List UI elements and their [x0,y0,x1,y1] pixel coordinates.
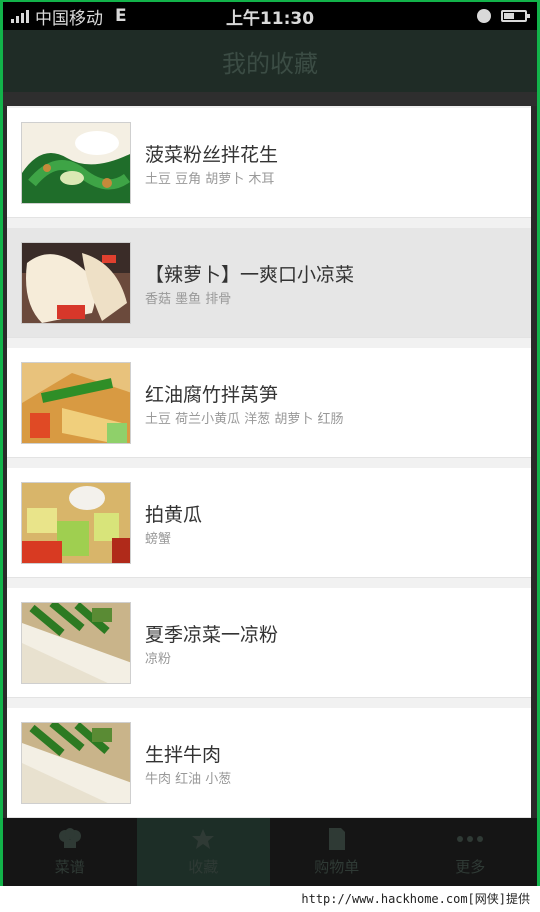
recipe-title: 拍黄瓜 [145,504,203,526]
nav-bar: 我的收藏 [3,30,537,92]
recipe-title: 夏季凉菜一凉粉 [145,624,279,646]
recipe-ingredients: 螃蟹 [145,532,172,547]
status-bar: 中国移动 E 上午11:30 [3,2,537,30]
chef-hat-icon [57,827,83,850]
recipe-title: 菠菜粉丝拌花生 [145,144,279,166]
list-item[interactable]: 生拌牛肉 牛肉 红油 小葱 [7,708,531,818]
screenshot-frame: 中国移动 E 上午11:30 我的收藏 菠菜粉丝拌花生 土豆 豆角 胡萝卜 木耳… [0,0,540,886]
recipe-ingredients: 凉粉 [145,652,172,667]
recipe-ingredients: 牛肉 红油 小葱 [145,772,232,787]
recipe-ingredients: 土豆 荷兰小黄瓜 洋葱 胡萝卜 红肠 [145,412,344,427]
list-item[interactable]: 拍黄瓜 螃蟹 [7,468,531,578]
alarm-clock-icon [477,9,491,23]
recipe-thumbnail [21,122,131,204]
watermark: http://www.hackhome.com[网侠]提供 [0,886,540,912]
recipe-ingredients: 土豆 豆角 胡萝卜 木耳 [145,172,275,187]
battery-icon [501,10,530,22]
recipe-thumbnail [21,362,131,444]
tab-recipes[interactable]: 菜谱 [3,818,137,886]
more-dots-icon [457,828,484,850]
tab-label: 菜谱 [54,857,85,876]
tab-favorites[interactable]: 收藏 [136,818,270,886]
list-item[interactable]: 菠菜粉丝拌花生 土豆 豆角 胡萝卜 木耳 [7,108,531,218]
recipe-title: 【辣萝卜】一爽口小凉菜 [145,264,355,286]
recipe-ingredients: 香菇 墨鱼 排骨 [145,292,232,307]
recipe-thumbnail [21,722,131,804]
phone-screen: 中国移动 E 上午11:30 我的收藏 菠菜粉丝拌花生 土豆 豆角 胡萝卜 木耳… [3,2,537,886]
status-right [477,9,530,23]
tab-more[interactable]: 更多 [404,818,538,886]
tab-label: 更多 [455,857,486,876]
tab-label: 购物单 [314,857,360,876]
recipe-thumbnail [21,482,131,564]
status-time: 上午11:30 [225,8,315,29]
recipe-thumbnail [21,602,131,684]
recipe-title: 红油腐竹拌莴笋 [145,384,279,406]
page-title: 我的收藏 [222,49,318,78]
list-item[interactable]: 夏季凉菜一凉粉 凉粉 [7,588,531,698]
bottom-tab-bar: 菜谱 收藏 购物单 更多 [3,818,537,886]
list-item[interactable]: 红油腐竹拌莴笋 土豆 荷兰小黄瓜 洋葱 胡萝卜 红肠 [7,348,531,458]
recipe-thumbnail [21,242,131,324]
star-icon [190,828,216,850]
tab-shopping-list[interactable]: 购物单 [270,818,404,886]
shopping-list-icon [324,827,350,850]
list-item[interactable]: 【辣萝卜】一爽口小凉菜 香菇 墨鱼 排骨 [7,228,531,338]
divider [3,92,537,106]
recipe-title: 生拌牛肉 [145,744,222,766]
tab-label: 收藏 [188,857,219,876]
favorites-list[interactable]: 菠菜粉丝拌花生 土豆 豆角 胡萝卜 木耳 【辣萝卜】一爽口小凉菜 香菇 墨鱼 排… [7,106,531,818]
